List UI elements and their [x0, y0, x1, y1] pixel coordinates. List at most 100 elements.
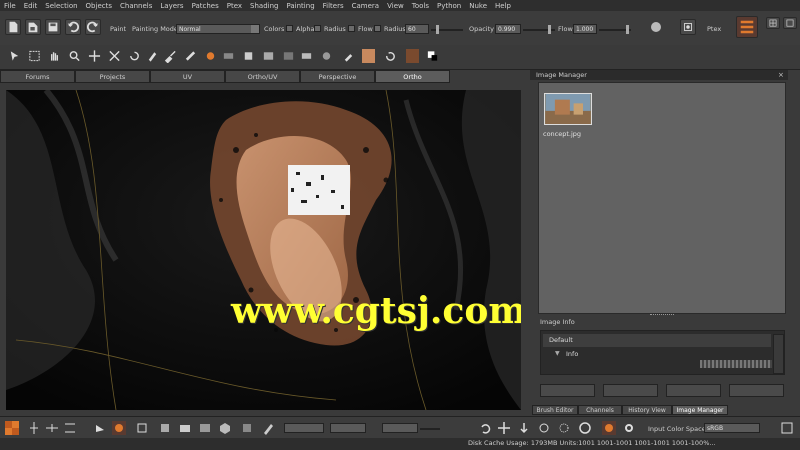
tab-projects[interactable]: Projects	[75, 70, 150, 83]
menu-item-filters[interactable]: Filters	[319, 2, 348, 10]
background-color-swatch[interactable]	[406, 49, 419, 63]
blur-icon[interactable]	[320, 49, 333, 63]
target-icon[interactable]	[680, 19, 696, 35]
tab-channels[interactable]: Channels	[578, 405, 622, 415]
fps-slider[interactable]	[420, 428, 440, 430]
paint-through-icon[interactable]	[158, 421, 172, 435]
flow-slider-handle[interactable]	[626, 25, 629, 34]
tab-perspective[interactable]: Perspective	[300, 70, 375, 83]
menu-item-help[interactable]: Help	[491, 2, 515, 10]
radius-slider-handle[interactable]	[436, 25, 439, 34]
menu-item-shading[interactable]: Shading	[246, 2, 282, 10]
circle-select-icon[interactable]	[537, 421, 551, 435]
eraser-icon[interactable]	[300, 49, 313, 63]
grid-toggle-icon[interactable]	[780, 421, 794, 435]
foreground-color-swatch[interactable]	[362, 49, 375, 63]
hand-pan-icon[interactable]	[48, 49, 61, 63]
move-icon[interactable]	[88, 49, 101, 63]
lasso-icon[interactable]	[93, 421, 107, 435]
opacity-slider-handle[interactable]	[548, 25, 551, 34]
menu-item-nuke[interactable]: Nuke	[465, 2, 491, 10]
info-scrollbar[interactable]	[773, 334, 784, 374]
snowflake-icon[interactable]	[602, 421, 616, 435]
ring-icon[interactable]	[578, 421, 592, 435]
open-file-icon[interactable]	[25, 19, 41, 35]
picker-icon[interactable]	[282, 49, 295, 63]
align-center-icon[interactable]	[27, 421, 41, 435]
colors-checkbox[interactable]	[286, 25, 293, 32]
tab-history-view[interactable]: History View	[622, 405, 672, 415]
paint-viewport[interactable]: www.cgtsj.com	[6, 90, 521, 410]
menu-item-painting[interactable]: Painting	[282, 2, 318, 10]
mari-mode-icon[interactable]	[112, 421, 126, 435]
select-arrow-icon[interactable]	[8, 49, 21, 63]
eyedropper-icon[interactable]	[342, 49, 355, 63]
menu-item-patches[interactable]: Patches	[188, 2, 223, 10]
menu-item-selection[interactable]: Selection	[41, 2, 81, 10]
menu-item-layers[interactable]: Layers	[156, 2, 187, 10]
menu-item-edit[interactable]: Edit	[20, 2, 42, 10]
grid-large-icon[interactable]	[783, 17, 797, 29]
flow-checkbox[interactable]	[374, 25, 381, 32]
gradient-icon[interactable]	[262, 49, 275, 63]
refresh-icon[interactable]	[384, 49, 397, 63]
info-row-default[interactable]	[543, 334, 771, 347]
brush-small-icon[interactable]	[262, 421, 276, 435]
move-bottom-icon[interactable]	[497, 421, 511, 435]
marquee-select-icon[interactable]	[28, 49, 41, 63]
fps-input[interactable]	[382, 423, 418, 433]
swap-colors-icon[interactable]	[426, 49, 439, 63]
menu-item-objects[interactable]: Objects	[82, 2, 116, 10]
camera-icon[interactable]	[178, 421, 192, 435]
load-image-button[interactable]	[603, 384, 658, 397]
layers-icon[interactable]	[240, 421, 254, 435]
delete-image-button[interactable]	[729, 384, 784, 397]
cube-icon[interactable]	[218, 421, 232, 435]
arrow-down-icon[interactable]	[517, 421, 531, 435]
clone-stamp-icon[interactable]	[204, 49, 217, 63]
paint-brush-icon[interactable]	[164, 49, 177, 64]
menu-item-channels[interactable]: Channels	[116, 2, 156, 10]
menu-item-file[interactable]: File	[0, 2, 20, 10]
shape-fill-icon[interactable]	[242, 49, 255, 63]
tab-ortho-uv[interactable]: Ortho/UV	[225, 70, 300, 83]
zoom-icon[interactable]	[68, 49, 81, 63]
redo-icon[interactable]	[85, 19, 101, 35]
fill-icon[interactable]	[222, 49, 235, 63]
menu-item-view[interactable]: View	[383, 2, 408, 10]
transform-icon[interactable]	[108, 49, 121, 63]
mari-checker-icon[interactable]	[5, 421, 19, 435]
brush-icon[interactable]	[146, 49, 159, 63]
image-thumbnail[interactable]	[544, 93, 592, 125]
grid-small-icon[interactable]	[766, 17, 780, 29]
export-image-button[interactable]	[666, 384, 721, 397]
rotate-icon[interactable]	[128, 49, 141, 63]
align-edge-icon[interactable]	[63, 421, 77, 435]
tab-forums[interactable]: Forums	[0, 70, 75, 83]
record-icon[interactable]	[648, 19, 664, 35]
square-select-icon[interactable]	[135, 421, 149, 435]
expand-arrow-icon[interactable]: ▼	[555, 350, 560, 357]
tab-brush-editor[interactable]: Brush Editor	[532, 405, 578, 415]
tab-uv[interactable]: UV	[150, 70, 225, 83]
gear-icon[interactable]	[622, 421, 636, 435]
mari-logo-icon[interactable]	[736, 16, 758, 38]
menu-item-camera[interactable]: Camera	[348, 2, 383, 10]
range-input[interactable]	[330, 423, 366, 433]
menu-item-tools[interactable]: Tools	[408, 2, 433, 10]
flow-input[interactable]: 1.000	[573, 24, 597, 34]
painting-mode-select[interactable]: Normal	[176, 24, 260, 34]
new-file-icon[interactable]	[5, 19, 21, 35]
save-file-icon[interactable]	[45, 19, 61, 35]
align-middle-icon[interactable]	[45, 421, 59, 435]
tab-image-manager[interactable]: Image Manager	[672, 405, 728, 415]
radius-checkbox[interactable]	[348, 25, 355, 32]
smudge-icon[interactable]	[184, 49, 197, 63]
close-icon[interactable]: ×	[778, 71, 786, 79]
menu-item-python[interactable]: Python	[433, 2, 465, 10]
dotted-circle-icon[interactable]	[557, 421, 571, 435]
radius-input[interactable]: 60	[405, 24, 429, 34]
tab-ortho[interactable]: Ortho	[375, 70, 450, 83]
undo-bottom-icon[interactable]	[478, 421, 492, 435]
new-image-button[interactable]	[540, 384, 595, 397]
